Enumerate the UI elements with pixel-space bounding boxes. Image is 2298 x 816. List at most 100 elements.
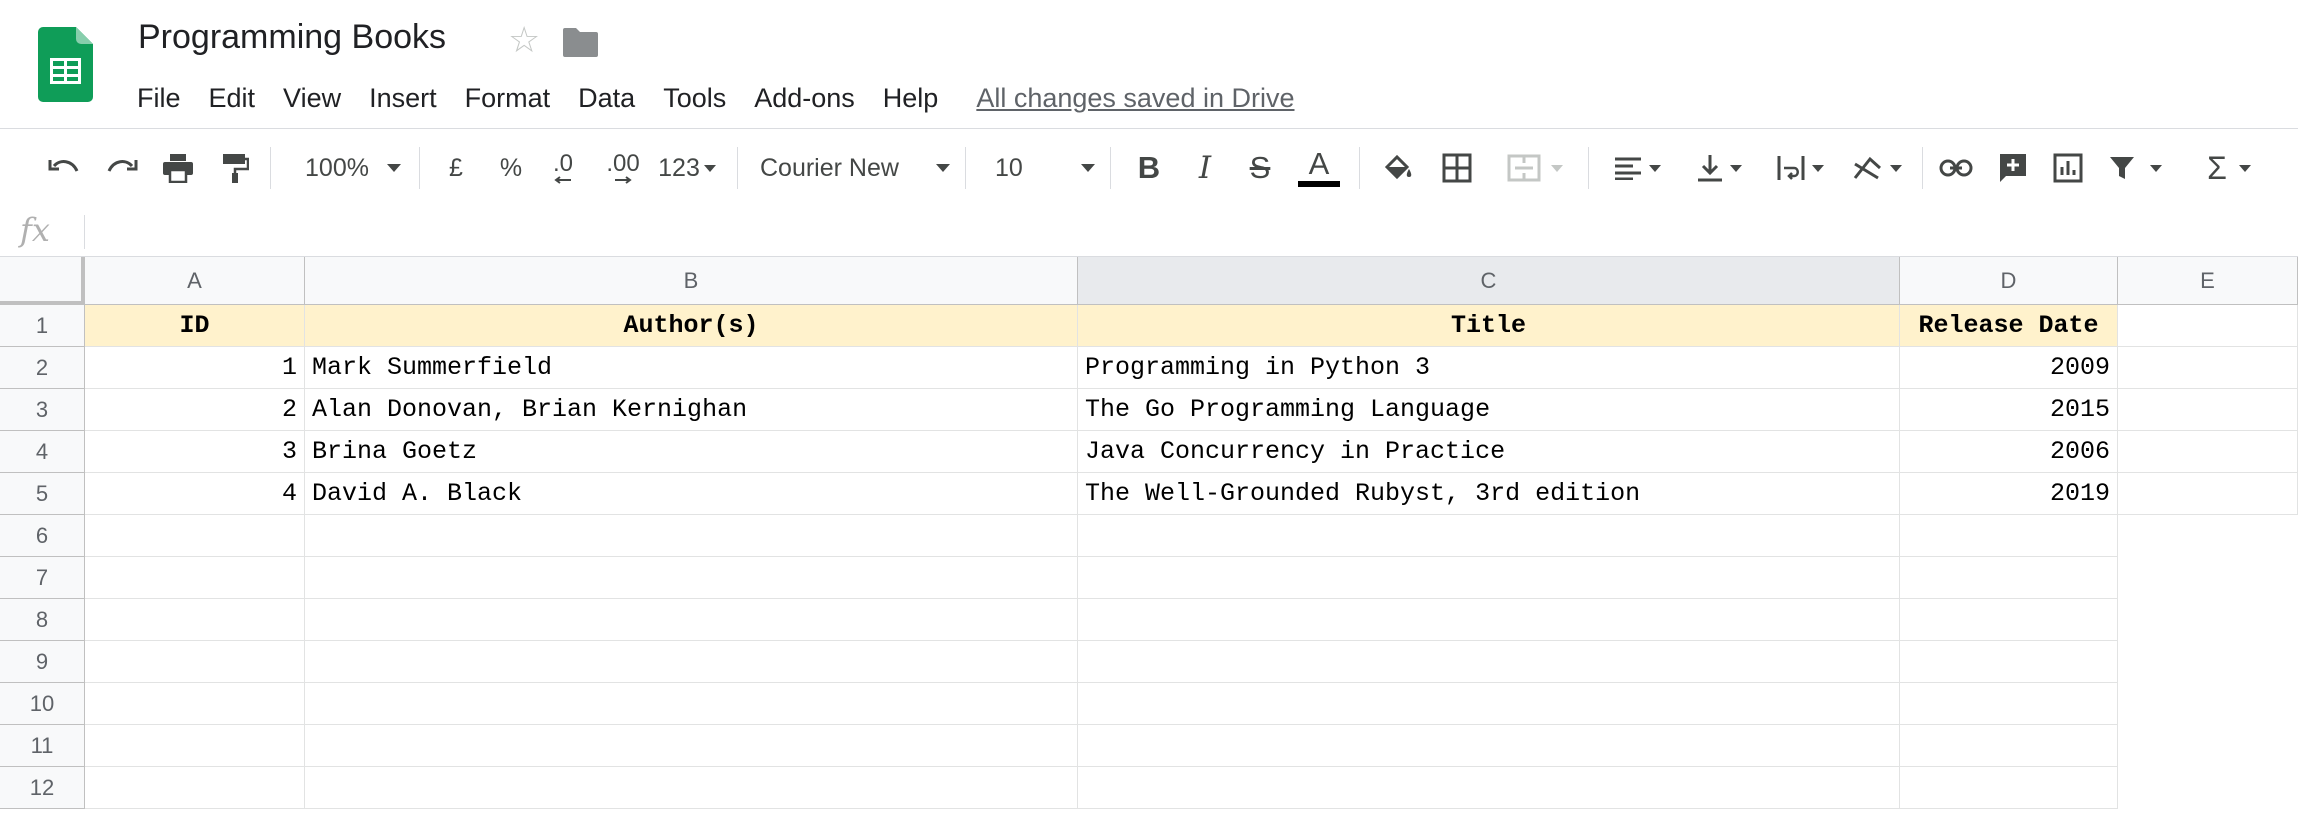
cell-empty[interactable]: [1078, 683, 1900, 725]
cell-e4[interactable]: [2118, 431, 2298, 473]
star-icon[interactable]: ☆: [508, 22, 540, 58]
cell-empty[interactable]: [85, 683, 305, 725]
bold-icon[interactable]: B: [1130, 129, 1168, 207]
row-header[interactable]: 4: [0, 431, 85, 473]
row-header[interactable]: 12: [0, 767, 85, 809]
cell-d2[interactable]: 2009: [1900, 347, 2118, 389]
cell-e1[interactable]: [2118, 305, 2298, 347]
row-header[interactable]: 2: [0, 347, 85, 389]
percent-format-button[interactable]: %: [492, 129, 530, 207]
row-header[interactable]: 5: [0, 473, 85, 515]
cell-a3[interactable]: 2: [85, 389, 305, 431]
print-icon[interactable]: [158, 129, 198, 207]
cell-empty[interactable]: [305, 767, 1078, 809]
fill-color-icon[interactable]: [1378, 129, 1418, 207]
column-header-d[interactable]: D: [1900, 257, 2118, 305]
row-header[interactable]: 9: [0, 641, 85, 683]
cell-empty[interactable]: [85, 557, 305, 599]
cell-c3[interactable]: The Go Programming Language: [1078, 389, 1900, 431]
cell-empty[interactable]: [305, 641, 1078, 683]
row-header[interactable]: 6: [0, 515, 85, 557]
sheets-logo-icon[interactable]: [38, 27, 93, 102]
cell-empty[interactable]: [1900, 557, 2118, 599]
cell-empty[interactable]: [85, 641, 305, 683]
filter-icon[interactable]: [2103, 129, 2167, 207]
menu-view[interactable]: View: [269, 80, 355, 116]
functions-icon[interactable]: Σ: [2197, 129, 2261, 207]
menu-insert[interactable]: Insert: [355, 80, 451, 116]
more-formats-button[interactable]: 123: [654, 129, 720, 207]
cell-c5[interactable]: The Well-Grounded Rubyst, 3rd edition: [1078, 473, 1900, 515]
menu-file[interactable]: File: [123, 80, 195, 116]
cell-empty[interactable]: [85, 767, 305, 809]
cell-empty[interactable]: [1078, 599, 1900, 641]
formula-input[interactable]: [96, 207, 2286, 255]
italic-icon[interactable]: I: [1186, 129, 1224, 207]
cell-empty[interactable]: [1078, 725, 1900, 767]
row-header[interactable]: 8: [0, 599, 85, 641]
menu-edit[interactable]: Edit: [195, 80, 270, 116]
cell-empty[interactable]: [305, 725, 1078, 767]
cell-d5[interactable]: 2019: [1900, 473, 2118, 515]
menu-add-ons[interactable]: Add-ons: [740, 80, 869, 116]
zoom-select[interactable]: 100%: [298, 129, 408, 207]
cell-b1[interactable]: Author(s): [305, 305, 1078, 347]
row-header[interactable]: 10: [0, 683, 85, 725]
row-header[interactable]: 7: [0, 557, 85, 599]
cell-empty[interactable]: [1900, 683, 2118, 725]
cell-c2[interactable]: Programming in Python 3: [1078, 347, 1900, 389]
save-status-link[interactable]: All changes saved in Drive: [976, 83, 1294, 114]
cell-d4[interactable]: 2006: [1900, 431, 2118, 473]
undo-icon[interactable]: [44, 129, 84, 207]
currency-format-button[interactable]: £: [437, 129, 475, 207]
cell-e3[interactable]: [2118, 389, 2298, 431]
cell-a4[interactable]: 3: [85, 431, 305, 473]
cell-empty[interactable]: [1900, 725, 2118, 767]
document-title[interactable]: Programming Books: [138, 18, 446, 57]
cell-empty[interactable]: [85, 725, 305, 767]
cell-empty[interactable]: [1900, 767, 2118, 809]
menu-help[interactable]: Help: [869, 80, 953, 116]
column-header-e[interactable]: E: [2118, 257, 2298, 305]
column-header-a[interactable]: A: [85, 257, 305, 305]
font-size-select[interactable]: 10: [995, 129, 1095, 207]
cell-e2[interactable]: [2118, 347, 2298, 389]
cell-empty[interactable]: [305, 683, 1078, 725]
cell-c1[interactable]: Title: [1078, 305, 1900, 347]
row-header[interactable]: 11: [0, 725, 85, 767]
cell-empty[interactable]: [1078, 515, 1900, 557]
cell-empty[interactable]: [305, 515, 1078, 557]
cell-empty[interactable]: [1078, 557, 1900, 599]
text-wrap-icon[interactable]: [1768, 129, 1832, 207]
cell-empty[interactable]: [1900, 515, 2118, 557]
cell-a1[interactable]: ID: [85, 305, 305, 347]
increase-decimal-button[interactable]: .00: [600, 129, 646, 207]
insert-comment-icon[interactable]: [1993, 129, 2033, 207]
column-header-c[interactable]: C: [1078, 257, 1900, 305]
menu-data[interactable]: Data: [564, 80, 649, 116]
select-all-corner[interactable]: [0, 257, 85, 305]
decrease-decimal-button[interactable]: .0: [543, 129, 583, 207]
vertical-align-icon[interactable]: [1687, 129, 1751, 207]
insert-link-icon[interactable]: [1935, 129, 1977, 207]
cell-c4[interactable]: Java Concurrency in Practice: [1078, 431, 1900, 473]
cell-a2[interactable]: 1: [85, 347, 305, 389]
text-rotation-icon[interactable]: [1845, 129, 1909, 207]
menu-format[interactable]: Format: [451, 80, 565, 116]
redo-icon[interactable]: [102, 129, 142, 207]
horizontal-align-icon[interactable]: [1605, 129, 1669, 207]
cell-d3[interactable]: 2015: [1900, 389, 2118, 431]
cell-empty[interactable]: [305, 599, 1078, 641]
row-header[interactable]: 3: [0, 389, 85, 431]
cell-empty[interactable]: [1900, 641, 2118, 683]
cell-b5[interactable]: David A. Black: [305, 473, 1078, 515]
cell-b2[interactable]: Mark Summerfield: [305, 347, 1078, 389]
borders-icon[interactable]: [1437, 129, 1477, 207]
cell-empty[interactable]: [305, 557, 1078, 599]
cell-empty[interactable]: [1900, 599, 2118, 641]
cell-empty[interactable]: [1078, 641, 1900, 683]
insert-chart-icon[interactable]: [2048, 129, 2088, 207]
cell-d1[interactable]: Release Date: [1900, 305, 2118, 347]
cell-empty[interactable]: [85, 515, 305, 557]
cell-a5[interactable]: 4: [85, 473, 305, 515]
